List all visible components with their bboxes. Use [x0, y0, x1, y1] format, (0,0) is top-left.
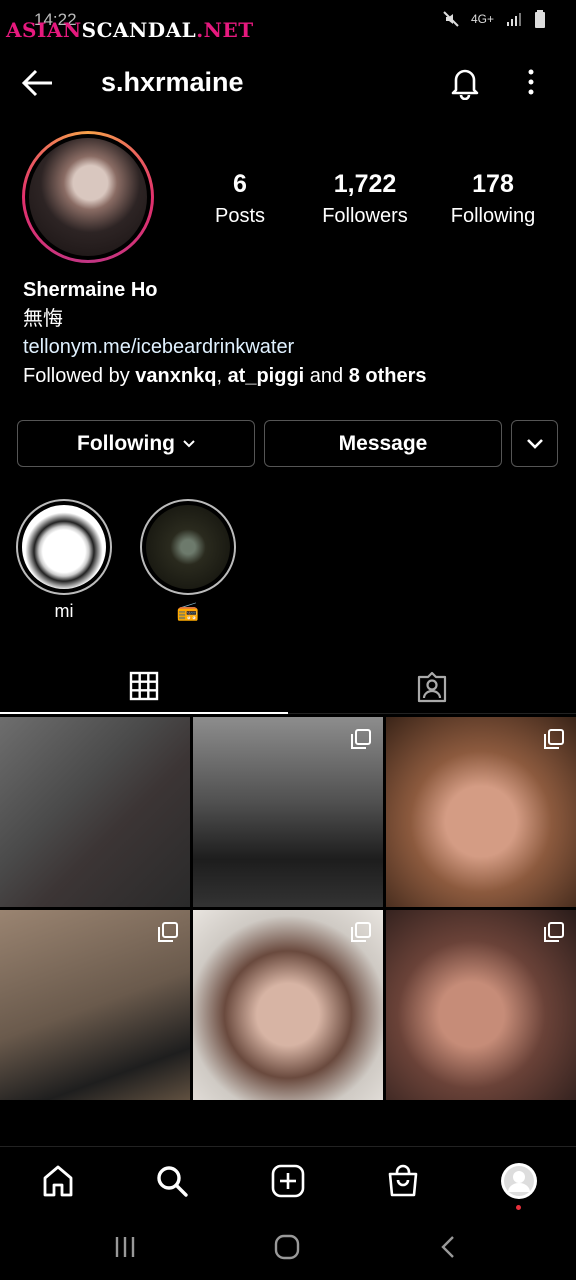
message-button[interactable]: Message [264, 420, 502, 467]
followed-user-1: vanxnkq [135, 364, 217, 387]
bell-icon [451, 69, 479, 101]
post-thumbnail[interactable] [386, 910, 576, 1100]
watermark: ASIANSCANDAL.NET [6, 18, 254, 42]
profile-stats: 6 Posts 1,722 Followers 178 Following [180, 170, 560, 240]
watermark-part-1: ASIAN [6, 18, 82, 42]
profile-avatar[interactable] [22, 131, 154, 263]
tab-tagged[interactable] [288, 660, 576, 714]
post-thumbnail[interactable] [0, 717, 190, 907]
home-system-button[interactable] [267, 1232, 307, 1262]
profile-bio: Shermaine Ho 無悔 tellonym.me/icebeardrink… [23, 276, 553, 390]
tagged-person-icon [417, 671, 447, 702]
profile-display-name: Shermaine Ho [23, 279, 158, 301]
carousel-icon [158, 922, 178, 942]
avatar-photo [29, 138, 147, 256]
post-thumbnail[interactable] [386, 717, 576, 907]
followed-others: 8 others [348, 364, 427, 387]
watermark-part-2: SCANDAL [81, 18, 197, 42]
nav-shop[interactable] [383, 1161, 423, 1201]
grid-icon [129, 671, 159, 701]
post-thumbnail[interactable] [193, 910, 383, 1100]
posts-label: Posts [214, 205, 266, 227]
battery-icon [535, 10, 545, 28]
status-icons: 4G+ [443, 10, 546, 28]
nav-profile[interactable] [499, 1161, 539, 1201]
message-button-label: Message [338, 431, 428, 455]
add-post-icon [271, 1164, 305, 1198]
signal-icon [507, 13, 521, 26]
following-stat[interactable]: 178 Following [433, 170, 553, 228]
tab-posts-grid[interactable] [0, 660, 288, 714]
carousel-icon [544, 922, 564, 942]
home-icon [43, 1165, 73, 1197]
search-icon [157, 1166, 188, 1197]
followed-separator: , [216, 364, 228, 387]
followers-label: Followers [322, 205, 408, 227]
chevron-down-icon [526, 439, 543, 449]
following-label: Following [450, 205, 536, 227]
recent-apps-icon [115, 1237, 135, 1257]
status-bar: 14:22 ASIANSCANDAL.NET 4G+ [0, 0, 576, 46]
nav-search[interactable] [152, 1161, 192, 1201]
mute-icon [443, 11, 459, 27]
highlight-label: 📻 [176, 601, 200, 621]
highlight-cover [146, 505, 230, 589]
system-navigation [0, 1214, 576, 1280]
chevron-down-icon [183, 439, 195, 447]
highlight-ring [16, 499, 112, 595]
more-options-button[interactable] [518, 64, 544, 100]
nav-create[interactable] [268, 1161, 308, 1201]
watermark-part-3: .NET [196, 18, 254, 42]
profile-header: s.hxrmaine [0, 56, 576, 110]
profile-tabs [0, 660, 576, 714]
posts-stat[interactable]: 6 Posts [180, 170, 300, 228]
shopping-bag-icon [388, 1164, 418, 1197]
followed-by-prefix: Followed by [23, 364, 136, 387]
highlight-label: mi [54, 601, 74, 621]
nav-home[interactable] [38, 1161, 78, 1201]
highlight-cover [22, 505, 106, 589]
followed-user-2: at_piggi [227, 364, 305, 387]
followed-and: and [304, 364, 349, 387]
following-button[interactable]: Following [17, 420, 255, 467]
network-label: 4G+ [470, 12, 494, 26]
notification-dot [516, 1205, 521, 1210]
followers-stat[interactable]: 1,722 Followers [305, 170, 425, 228]
more-vertical-icon [528, 69, 534, 95]
highlight-ring [140, 499, 236, 595]
back-system-button[interactable] [428, 1232, 468, 1262]
bio-tagline: 無悔 [23, 307, 63, 330]
post-thumbnail[interactable] [0, 910, 190, 1100]
home-rounded-square-icon [274, 1234, 300, 1260]
bottom-navigation [0, 1146, 576, 1214]
profile-avatar-icon [501, 1163, 537, 1199]
suggested-dropdown-button[interactable] [511, 420, 558, 467]
profile-username: s.hxrmaine [101, 67, 244, 97]
carousel-icon [544, 729, 564, 749]
back-chevron-icon [441, 1236, 454, 1258]
notifications-button[interactable] [448, 64, 482, 101]
story-highlight[interactable]: mi [16, 499, 112, 622]
following-button-label: Following [77, 431, 175, 455]
following-count: 178 [472, 170, 514, 198]
story-highlight[interactable]: 📻 [140, 499, 236, 622]
back-arrow-icon [21, 69, 52, 97]
bio-link[interactable]: tellonym.me/icebeardrinkwater [23, 333, 553, 362]
carousel-icon [351, 922, 371, 942]
followers-count: 1,722 [333, 170, 397, 198]
carousel-icon [351, 729, 371, 749]
posts-count: 6 [233, 170, 247, 198]
back-button[interactable] [20, 66, 60, 100]
post-thumbnail[interactable] [193, 717, 383, 907]
followed-by-line[interactable]: Followed by vanxnkq, at_piggi and 8 othe… [23, 365, 427, 387]
avatar-frame [25, 134, 151, 260]
recent-apps-button[interactable] [105, 1232, 145, 1262]
